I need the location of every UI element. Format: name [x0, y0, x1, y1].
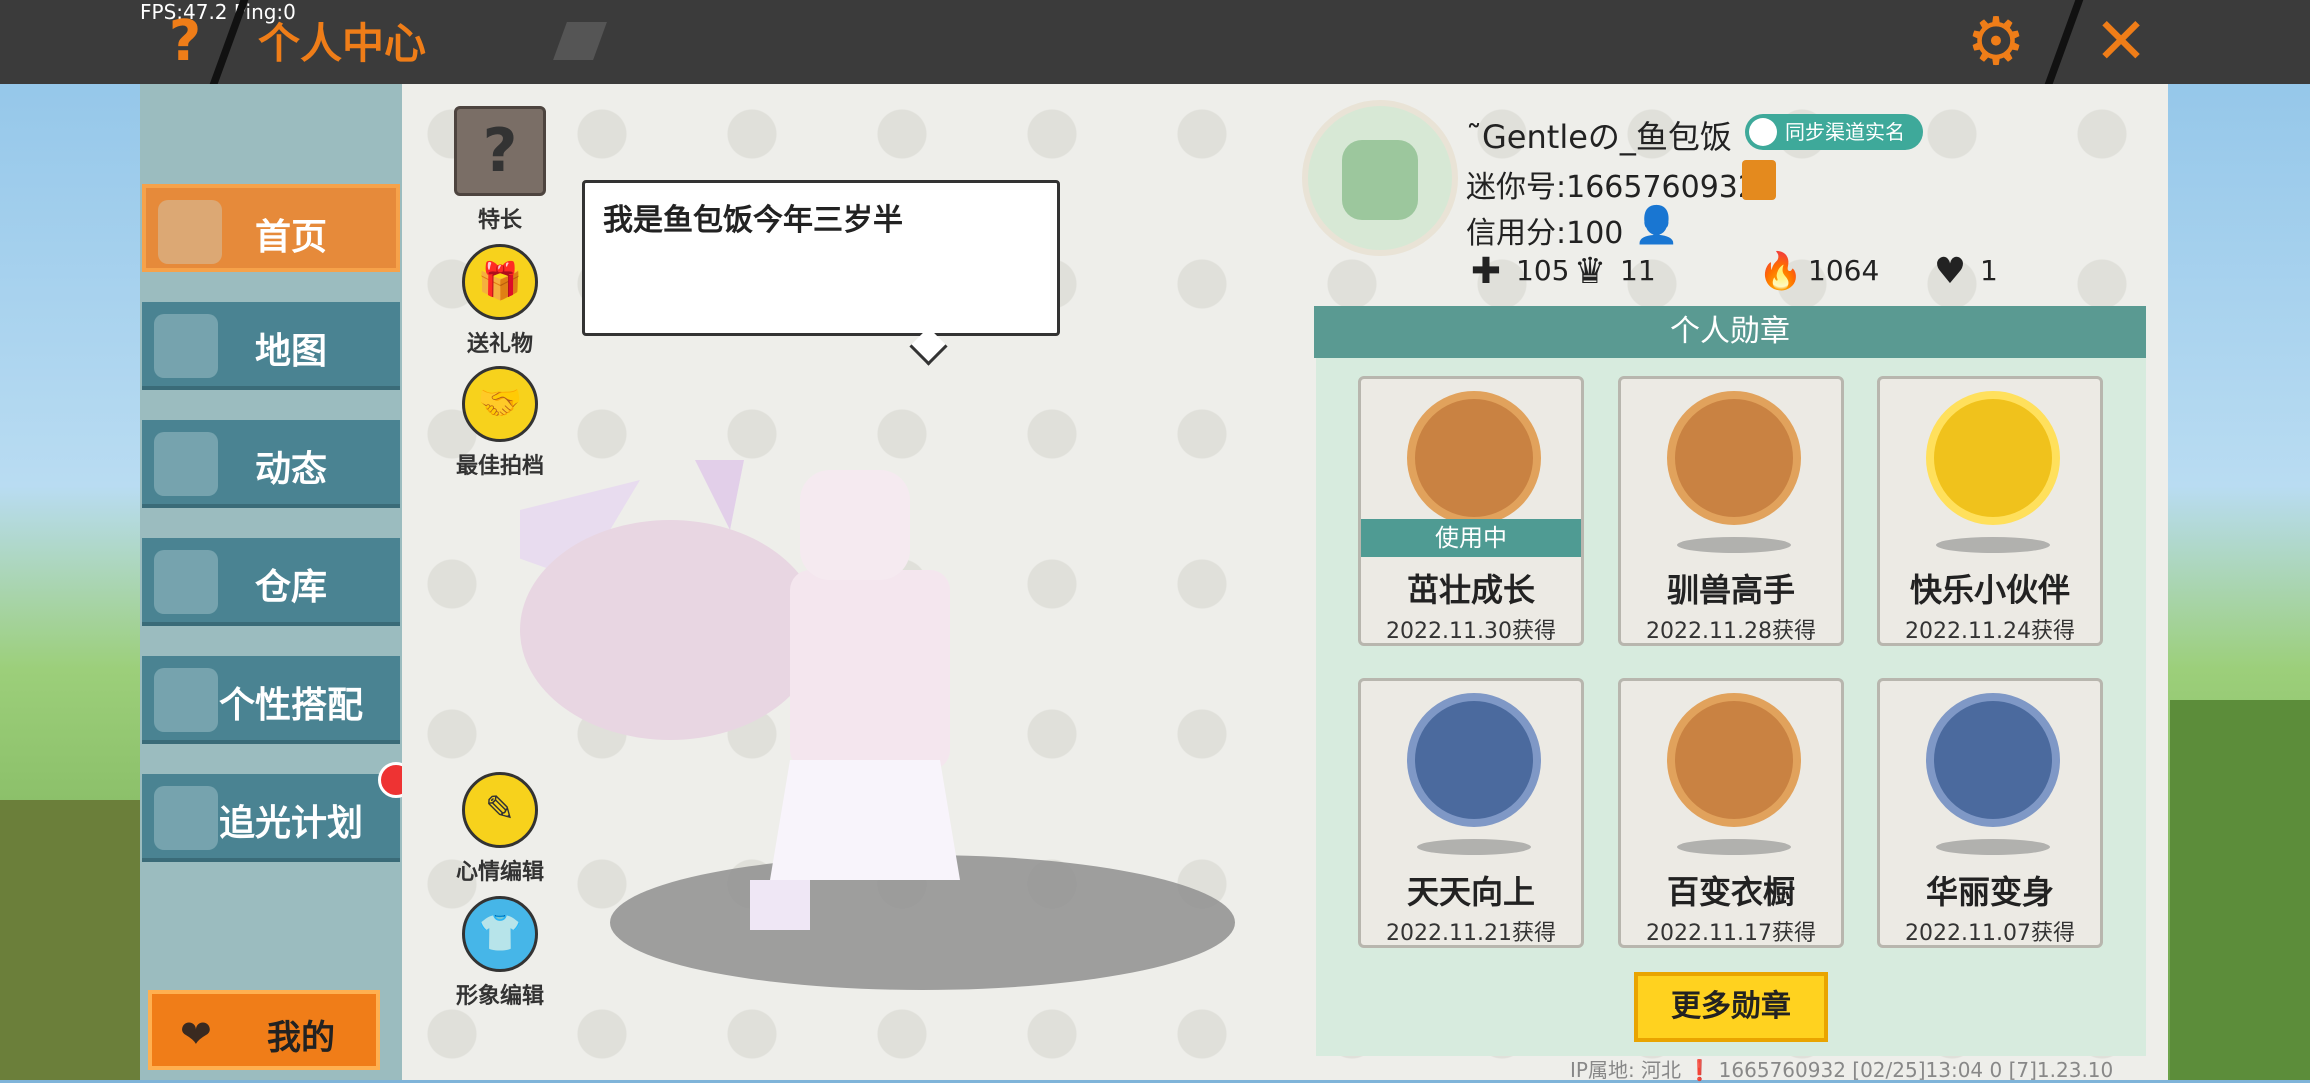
popularity-stat[interactable]: 🔥 1064 — [1758, 252, 1879, 292]
speech-text: 我是鱼包饭今年三岁半 — [603, 203, 903, 238]
sidebar-item-label: 个性搭配 — [218, 685, 363, 726]
mine-button-label: 我的 — [267, 1018, 335, 1058]
likes-count: 1 — [1980, 254, 1998, 287]
fire-icon: 🔥 — [1758, 251, 1803, 292]
sidebar-item-label: 动态 — [254, 449, 327, 490]
grass-block-left — [0, 800, 140, 1080]
medal-shadow — [1417, 839, 1531, 855]
likes-stat[interactable]: ♥ 1 — [1930, 252, 1998, 292]
friends-stat[interactable]: ✚ 105 — [1466, 251, 1570, 292]
medal-date: 2022.11.17获得 — [1646, 921, 1816, 946]
verify-label: 同步渠道实名 — [1785, 120, 1905, 144]
medal-name: 华丽变身 — [1925, 873, 2054, 911]
frog-king-medal-icon — [1407, 391, 1541, 525]
medal-card[interactable]: 天天向上 2022.11.21获得 — [1358, 678, 1584, 948]
sidebar-item-activity[interactable]: 动态 — [142, 420, 400, 508]
in-use-badge: 使用中 — [1361, 519, 1581, 557]
mini-id: 迷你号:1665760932 — [1466, 170, 1757, 205]
medal-title: 个人勋章 — [1314, 306, 2146, 358]
page-title: 个人中心 — [258, 19, 427, 68]
mine-button[interactable]: ❤ 我的 — [148, 990, 380, 1070]
medal-card[interactable]: 使用中 茁壮成长 2022.11.30获得 — [1358, 376, 1584, 646]
talent-button[interactable]: ? 特长 — [445, 106, 555, 234]
close-icon[interactable]: ✕ — [2085, 6, 2157, 78]
heart-icon: ❤ — [180, 1012, 212, 1056]
gift-button[interactable]: 🎁 送礼物 — [445, 244, 555, 358]
avatar-face — [1342, 140, 1418, 220]
happy-buddy-medal-icon — [1926, 391, 2060, 525]
sidebar-item-label: 追光计划 — [218, 803, 363, 844]
medal-name: 茁壮成长 — [1406, 571, 1535, 609]
copy-icon[interactable] — [1742, 160, 1776, 200]
medal-date: 2022.11.24获得 — [1905, 619, 2075, 644]
transformation-medal-icon — [1926, 693, 2060, 827]
medal-date: 2022.11.07获得 — [1905, 921, 2075, 946]
handshake-icon: 🤝 — [462, 366, 538, 442]
beast-tamer-medal-icon — [1667, 391, 1801, 525]
fans-icon: ♛ — [1573, 251, 1607, 292]
gift-label: 送礼物 — [466, 332, 533, 357]
medal-date: 2022.11.30获得 — [1386, 619, 1556, 644]
avatar[interactable] — [1302, 100, 1458, 256]
user-icon — [1749, 118, 1777, 146]
fans-stat[interactable]: ♛ 11 — [1570, 252, 1656, 292]
sidebar-item-light-plan[interactable]: 追光计划 — [142, 774, 400, 862]
sidebar-item-label: 地图 — [254, 331, 327, 372]
sidebar-item-outfit[interactable]: 个性搭配 — [142, 656, 400, 744]
medal-card[interactable]: 驯兽高手 2022.11.28获得 — [1618, 376, 1844, 646]
question-icon[interactable]: ? — [155, 10, 215, 74]
sidebar-item-warehouse[interactable]: 仓库 — [142, 538, 400, 626]
footer-info: IP属地: 河北 ❗ 1665760932 [02/25]13:04 0 [7]… — [1570, 1058, 2114, 1082]
add-friend-icon: ✚ — [1470, 251, 1502, 292]
gift-icon: 🎁 — [462, 244, 538, 320]
medal-name: 百变衣橱 — [1666, 873, 1795, 911]
medal-shadow — [1936, 537, 2050, 553]
medal-date: 2022.11.21获得 — [1386, 921, 1556, 946]
speech-bubble: 我是鱼包饭今年三岁半 — [582, 180, 1060, 366]
sidebar-item-map[interactable]: 地图 — [142, 302, 400, 390]
credit-score: 信用分:100 — [1466, 216, 1624, 251]
medal-name: 驯兽高手 — [1666, 571, 1795, 609]
credit-user-icon[interactable]: 👤 — [1634, 206, 1679, 246]
medal-card[interactable]: 华丽变身 2022.11.07获得 — [1877, 678, 2103, 948]
medal-date: 2022.11.28获得 — [1646, 619, 1816, 644]
popularity-count: 1064 — [1808, 254, 1880, 287]
friends-count: 105 — [1516, 254, 1570, 287]
nickname: ˜Gentleの_鱼包饭 — [1466, 118, 1732, 156]
verify-badge[interactable]: 同步渠道实名 — [1745, 114, 1923, 150]
sidebar-item-home[interactable]: 首页 — [142, 184, 400, 272]
medal-name: 快乐小伙伴 — [1909, 571, 2070, 609]
sidebar-item-label: 仓库 — [254, 567, 327, 608]
fans-count: 11 — [1620, 254, 1656, 287]
look-edit-label: 形象编辑 — [455, 984, 544, 1009]
medal-shadow — [1677, 839, 1791, 855]
medal-name: 天天向上 — [1406, 873, 1535, 911]
medal-shadow — [1677, 537, 1791, 553]
medal-card[interactable]: 快乐小伙伴 2022.11.24获得 — [1877, 376, 2103, 646]
gear-icon[interactable]: ⚙ — [1960, 6, 2032, 78]
grass-block-right — [2170, 700, 2310, 1080]
player-avatar[interactable] — [520, 460, 1040, 940]
more-medals-button[interactable]: 更多勋章 — [1634, 972, 1828, 1042]
wardrobe-medal-icon — [1667, 693, 1801, 827]
talent-label: 特长 — [477, 208, 522, 233]
medal-card[interactable]: 百变衣橱 2022.11.17获得 — [1618, 678, 1844, 948]
sidebar-item-label: 首页 — [254, 217, 327, 258]
question-box-icon: ? — [454, 106, 546, 196]
daily-progress-medal-icon — [1407, 693, 1541, 827]
heart-icon: ♥ — [1933, 251, 1967, 292]
medal-shadow — [1936, 839, 2050, 855]
